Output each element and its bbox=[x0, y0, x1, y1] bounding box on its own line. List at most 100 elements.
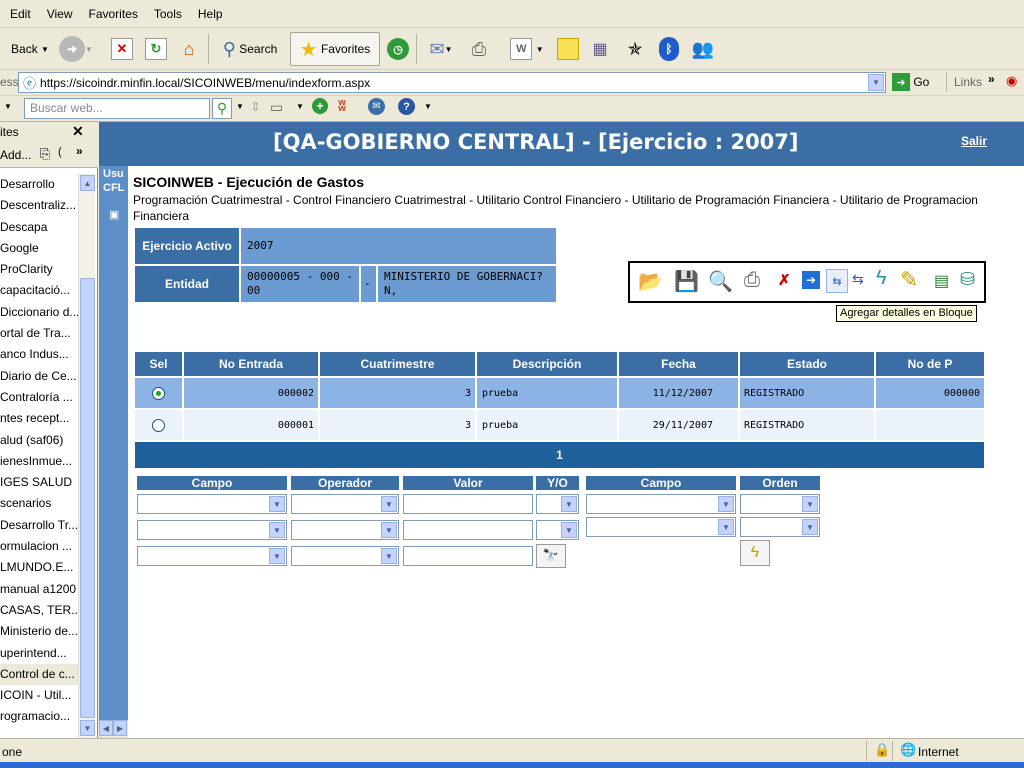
order-campo-select-1[interactable]: ▼ bbox=[586, 494, 736, 514]
refresh-button[interactable]: ↻ bbox=[142, 32, 170, 66]
order-select-2[interactable]: ▼ bbox=[740, 517, 820, 537]
research-button[interactable]: ▦ bbox=[586, 32, 614, 66]
favorite-item[interactable]: anco Indus... bbox=[0, 344, 78, 365]
chevron-down-icon[interactable]: ▼ bbox=[4, 102, 12, 111]
stop-button[interactable]: ✕ bbox=[108, 32, 136, 66]
grid-row-2-cuatrimestre[interactable]: 3 bbox=[320, 410, 477, 440]
salir-link[interactable]: Salir bbox=[961, 134, 987, 148]
favorite-item[interactable]: LMUNDO.E... bbox=[0, 557, 78, 578]
grid-row-2-no-p[interactable] bbox=[876, 410, 984, 440]
grid-row-1-no-entrada[interactable]: 000002 bbox=[184, 378, 320, 408]
page-number-link[interactable]: 1 bbox=[556, 448, 563, 462]
grid-row-1-estado[interactable]: REGISTRADO bbox=[740, 378, 876, 408]
favorite-item[interactable]: ntes recept... bbox=[0, 408, 78, 429]
favorite-item[interactable]: Descentraliz... bbox=[0, 195, 78, 216]
popup-blocker-icon[interactable]: ▭ bbox=[270, 99, 283, 116]
find-button[interactable]: 🔭 bbox=[536, 544, 566, 568]
favorite-item[interactable]: ICOIN - Util... bbox=[0, 685, 78, 706]
filter-yo-select-2[interactable]: ▼ bbox=[536, 520, 579, 540]
address-dropdown-icon[interactable]: ▼ bbox=[868, 74, 884, 91]
menu-favorites[interactable]: Favorites bbox=[80, 7, 145, 21]
favorite-item[interactable]: Control de c... bbox=[0, 663, 78, 686]
scroll-thumb[interactable] bbox=[80, 278, 95, 718]
delete-icon[interactable]: ✗ bbox=[778, 271, 791, 289]
grid-row-1-no-p[interactable]: 000000 bbox=[876, 378, 984, 408]
contacts-button[interactable]: 👥 bbox=[688, 32, 718, 66]
scroll-up-icon[interactable]: ▲ bbox=[80, 175, 95, 191]
mail-icon[interactable]: ✉ bbox=[368, 98, 385, 115]
home-button[interactable]: ⌂ bbox=[174, 32, 204, 66]
filter-valor-input-1[interactable] bbox=[403, 494, 533, 514]
export-icon[interactable]: ➜ bbox=[802, 271, 820, 289]
close-icon[interactable]: ✕ bbox=[72, 123, 84, 140]
favorite-item[interactable]: scenarios bbox=[0, 493, 78, 514]
history-button[interactable]: ◷ bbox=[384, 32, 412, 66]
favorite-item[interactable]: ienesInmue... bbox=[0, 451, 78, 472]
grid-row-2-descripcion[interactable]: prueba bbox=[477, 410, 619, 440]
favorite-item[interactable]: alud (saf06) bbox=[0, 430, 78, 451]
menu-tools[interactable]: Tools bbox=[146, 7, 190, 21]
address-input[interactable]: ⓔ https://sicoindr.minfin.local/SICOINWE… bbox=[18, 72, 886, 93]
open-folder-icon[interactable]: 📂 bbox=[638, 269, 663, 294]
menu-help[interactable]: Help bbox=[190, 7, 231, 21]
extra-icon[interactable]: ◉ bbox=[1006, 73, 1017, 89]
filter-operador-select-1[interactable]: ▼ bbox=[291, 494, 399, 514]
favorite-item[interactable]: CASAS, TER... bbox=[0, 600, 78, 621]
organize-icon[interactable]: ⎘ bbox=[40, 146, 50, 162]
bluetooth-button[interactable]: ᛒ bbox=[656, 32, 682, 66]
chevron-right-icon[interactable]: » bbox=[988, 72, 995, 86]
favorite-item[interactable]: ortal de Tra... bbox=[0, 323, 78, 344]
add-icon[interactable]: + bbox=[312, 98, 328, 114]
messenger-icon[interactable]: ʬ bbox=[338, 98, 346, 115]
grid-row-2-radio[interactable] bbox=[152, 418, 165, 432]
grid-row-1-cuatrimestre[interactable]: 3 bbox=[320, 378, 477, 408]
favorite-item[interactable]: Descapa bbox=[0, 217, 78, 238]
grid-row-1-fecha[interactable]: 11/12/2007 bbox=[619, 378, 740, 408]
tree-icon[interactable]: ▣ bbox=[109, 208, 119, 221]
filter-operador-select-2[interactable]: ▼ bbox=[291, 520, 399, 540]
web-search-button[interactable]: ⚲ bbox=[212, 98, 232, 119]
filter-yo-select-1[interactable]: ▼ bbox=[536, 494, 579, 514]
help-icon[interactable]: ? bbox=[398, 98, 415, 115]
grid-row-2-estado[interactable]: REGISTRADO bbox=[740, 410, 876, 440]
scroll-left-icon[interactable]: ◀ bbox=[99, 720, 113, 736]
print-button[interactable]: ⎙ bbox=[464, 32, 494, 66]
favorite-item[interactable]: Diario de Ce... bbox=[0, 366, 78, 387]
highlight-icon[interactable]: ⇕ bbox=[250, 99, 261, 115]
transfer-icon[interactable]: ⇆ bbox=[852, 271, 864, 288]
organize-label[interactable]: ( bbox=[58, 146, 62, 158]
sort-apply-button[interactable]: ϟ bbox=[740, 540, 770, 566]
discuss-button[interactable] bbox=[554, 32, 582, 66]
save-icon[interactable]: 💾 bbox=[674, 269, 699, 294]
favorite-item[interactable]: capacitació... bbox=[0, 280, 78, 301]
back-button[interactable]: Back ▼ bbox=[4, 32, 56, 66]
favorite-item[interactable]: Google bbox=[0, 238, 78, 259]
filter-valor-input-2[interactable] bbox=[403, 520, 533, 540]
favorite-item[interactable]: Desarrollo bbox=[0, 174, 78, 195]
grid-row-1-descripcion[interactable]: prueba bbox=[477, 378, 619, 408]
menu-view[interactable]: View bbox=[39, 7, 81, 21]
left-frame-scroll[interactable]: ◀ ▶ bbox=[99, 720, 128, 738]
favorite-item[interactable]: Diccionario d... bbox=[0, 302, 78, 323]
edit-document-icon[interactable]: ✎ bbox=[900, 267, 918, 293]
mail-button[interactable]: ✉ ▼ bbox=[422, 32, 460, 66]
chevron-down-icon[interactable]: ▼ bbox=[296, 102, 304, 111]
lightning-icon[interactable]: ϟ bbox=[876, 267, 887, 290]
chevron-down-icon[interactable]: ▼ bbox=[424, 102, 432, 111]
favorite-item[interactable]: rogramacio... bbox=[0, 706, 78, 727]
links-label[interactable]: Links bbox=[954, 75, 982, 89]
favorite-item[interactable]: Desarrollo Tr... bbox=[0, 515, 78, 536]
go-button[interactable]: ➜ Go bbox=[892, 73, 929, 91]
search-button[interactable]: ⚲ Search bbox=[214, 32, 286, 66]
edit-button[interactable]: W ▼ bbox=[504, 32, 550, 66]
chevron-right-icon[interactable]: » bbox=[76, 144, 83, 158]
favorites-scrollbar[interactable]: ▲ ▼ bbox=[78, 174, 95, 738]
filter-valor-input-3[interactable] bbox=[403, 546, 533, 566]
favorite-item[interactable]: IGES SALUD bbox=[0, 472, 78, 493]
menu-edit[interactable]: Edit bbox=[2, 7, 39, 21]
database-icon[interactable]: ⛁ bbox=[960, 269, 975, 290]
print-icon[interactable]: ⎙ bbox=[744, 269, 760, 292]
scroll-down-icon[interactable]: ▼ bbox=[80, 720, 95, 736]
filter-campo-select-2[interactable]: ▼ bbox=[137, 520, 287, 540]
order-select-1[interactable]: ▼ bbox=[740, 494, 820, 514]
